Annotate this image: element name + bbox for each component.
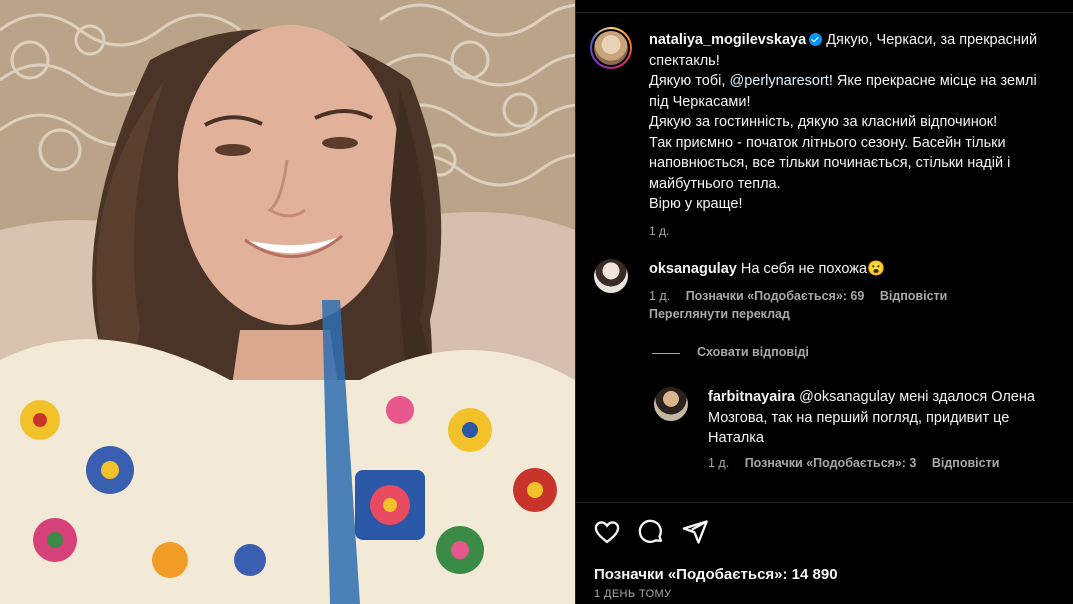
heart-icon[interactable] [593,518,621,546]
author-avatar[interactable] [590,27,632,69]
caption-line: Дякую, Черкаси, за прекрасний [826,32,1038,48]
comment-time[interactable]: 1 д. [649,289,670,303]
photo-illustration [0,0,575,604]
divider [576,502,1073,503]
caption-time[interactable]: 1 д. [649,224,669,238]
caption-line: Дякую тобі, [649,73,730,89]
hide-replies-button[interactable]: Сховати відповіді [697,345,809,359]
caption-line: ! Яке прекрасне місце на землі [828,73,1037,89]
reply-time[interactable]: 1 д. [708,456,729,470]
caption-line: Вірю у краще! [649,196,743,212]
reply-meta: 1 д. Позначки «Подобається»: 3 Відповіст… [708,456,1011,470]
reply-text-line: @oksanagulay мені здалося Олена [799,389,1035,405]
caption-line: Дякую за гостинність, дякую за класний в… [649,114,998,130]
comment-meta: 1 д. Позначки «Подобається»: 69 Відповіс… [649,289,959,303]
reply-username[interactable]: farbitnayaira [708,389,795,405]
comment: oksanagulay На себя не похожа😮 [649,259,1069,280]
divider [576,12,1073,13]
reply-button[interactable]: Відповісти [932,456,1000,470]
hide-replies-line [652,353,680,354]
caption-line: Так приємно - початок літнього сезону. Б… [649,134,1006,151]
comment-icon[interactable] [637,518,665,546]
verified-badge-icon [809,33,823,46]
comment-text: На себя не похожа😮 [740,261,886,277]
comment-likes[interactable]: Позначки «Подобається»: 69 [686,289,865,303]
reply-text-line: Мозгова, так на перший погляд, придивит … [708,409,1010,426]
reply-text-line: Наталка [708,430,764,446]
post-details-panel: nataliya_mogilevskaya Дякую, Черкаси, за … [575,0,1073,604]
reply-button[interactable]: Відповісти [880,289,948,303]
share-icon[interactable] [681,518,709,546]
commenter-avatar[interactable] [594,259,628,293]
reply-author-avatar[interactable] [654,387,688,421]
likes-count[interactable]: Позначки «Подобається»: 14 890 [594,566,838,583]
caption-line: наповнюється, все тільки починається, ст… [649,155,1011,171]
author-username[interactable]: nataliya_mogilevskaya [649,32,806,48]
post-date[interactable]: 1 ДЕНЬ ТОМУ [594,588,672,600]
post-photo[interactable] [0,0,575,604]
reply: farbitnayaira @oksanagulay мені здалося … [708,387,1068,449]
caption-line: спектакль! [649,52,720,69]
post-caption: nataliya_mogilevskaya Дякую, Черкаси, за … [649,30,1073,241]
caption-line: майбутнього тепла. [649,175,781,192]
comment-username[interactable]: oksanagulay [649,261,737,277]
reply-likes[interactable]: Позначки «Подобається»: 3 [745,456,917,470]
mention-link[interactable]: @perlynaresort [729,73,828,89]
caption-line: під Черкасами! [649,93,751,110]
see-translation-button[interactable]: Переглянути переклад [649,307,790,321]
